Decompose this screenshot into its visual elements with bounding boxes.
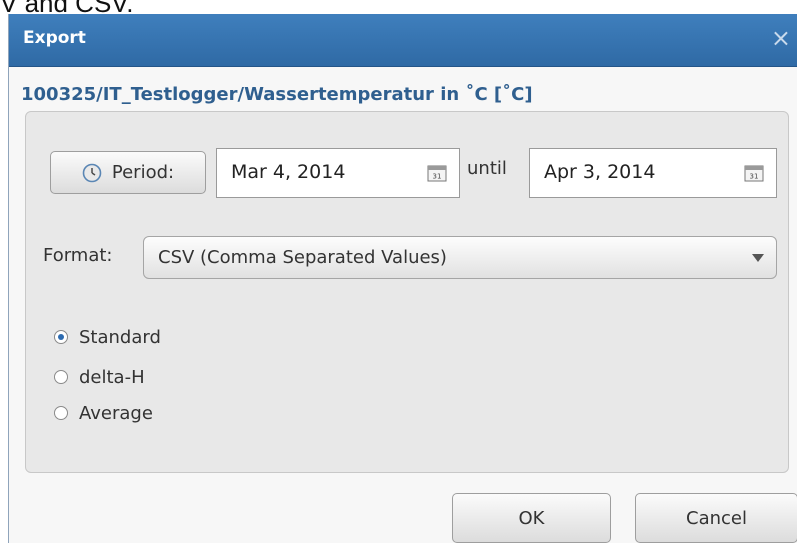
export-options-panel: Period: Mar 4, 2014 31 until Apr 3, 2014…: [25, 111, 789, 473]
export-dialog: Export × 100325/IT_Testlogger/Wassertemp…: [8, 14, 797, 543]
period-to-field[interactable]: Apr 3, 2014 31: [529, 148, 777, 198]
radio-button[interactable]: [54, 406, 68, 420]
cancel-button[interactable]: Cancel: [635, 493, 797, 543]
until-label: until: [467, 158, 507, 179]
dialog-titlebar[interactable]: Export ×: [9, 14, 797, 67]
chevron-down-icon: [752, 254, 764, 262]
period-button-label: Period:: [111, 162, 175, 183]
period-button[interactable]: Period:: [50, 151, 206, 194]
format-selected-value: CSV (Comma Separated Values): [158, 247, 447, 268]
radio-label: Average: [79, 402, 153, 424]
ok-button[interactable]: OK: [452, 493, 611, 543]
calendar-icon[interactable]: 31: [744, 164, 764, 182]
radio-average[interactable]: Average: [54, 400, 153, 426]
format-select[interactable]: CSV (Comma Separated Values): [143, 236, 777, 279]
radio-button[interactable]: [54, 330, 68, 344]
calendar-icon[interactable]: 31: [427, 164, 447, 182]
radio-delta-h[interactable]: delta-H: [54, 364, 145, 390]
dialog-title: Export: [23, 28, 86, 48]
radio-label: Standard: [79, 326, 161, 348]
radio-button[interactable]: [54, 370, 68, 384]
format-label: Format:: [43, 245, 113, 266]
svg-text:31: 31: [750, 173, 759, 181]
period-from-value: Mar 4, 2014: [231, 161, 346, 183]
clock-icon: [82, 163, 102, 182]
radio-label: delta-H: [79, 366, 145, 388]
close-icon[interactable]: ×: [771, 26, 791, 50]
svg-text:31: 31: [433, 173, 442, 181]
period-to-value: Apr 3, 2014: [544, 161, 656, 183]
series-path-title: 100325/IT_Testlogger/Wassertemperatur in…: [21, 84, 533, 105]
radio-standard[interactable]: Standard: [54, 324, 161, 350]
period-from-field[interactable]: Mar 4, 2014 31: [216, 148, 460, 198]
